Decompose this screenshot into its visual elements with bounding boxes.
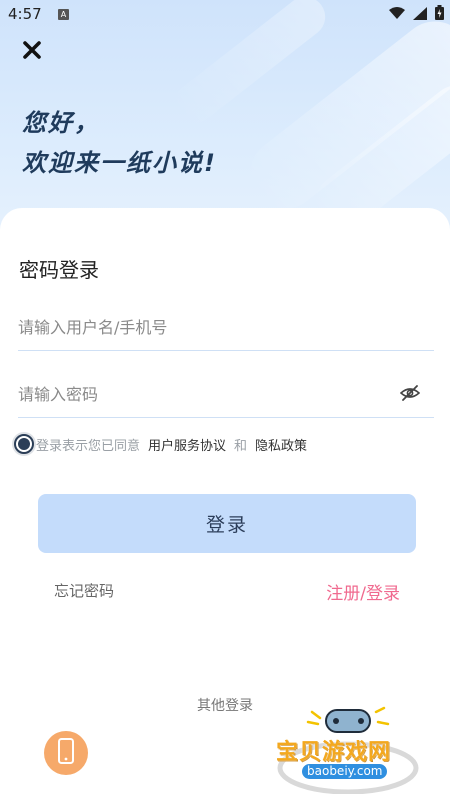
- register-link[interactable]: 注册/登录: [326, 579, 400, 604]
- status-bar: 4:57 A: [0, 0, 450, 30]
- notification-icon: A: [58, 9, 69, 20]
- agree-radio[interactable]: [14, 434, 34, 454]
- toggle-password-visibility[interactable]: [399, 385, 421, 401]
- signal-icon: [413, 5, 427, 24]
- status-icons: [389, 5, 444, 24]
- phone-icon: [58, 738, 74, 768]
- watermark-url: baobeiy.com: [302, 764, 388, 779]
- agree-and-text: 和: [234, 438, 248, 454]
- terms-link[interactable]: 用户服务协议: [148, 435, 226, 454]
- watermark-title: 宝贝游戏网: [276, 740, 392, 765]
- password-field: [18, 369, 434, 418]
- status-time: 4:57: [8, 5, 42, 23]
- battery-icon: [435, 5, 444, 24]
- close-icon: [22, 40, 42, 64]
- username-field: [18, 302, 434, 351]
- password-input[interactable]: [18, 379, 388, 409]
- privacy-link[interactable]: 隐私政策: [255, 435, 307, 454]
- eye-off-icon: [399, 385, 421, 405]
- phone-login-button[interactable]: [44, 731, 88, 775]
- agree-prefix-text: 登录表示您已同意: [36, 438, 141, 454]
- login-title: 密码登录: [19, 258, 99, 282]
- forgot-password-link[interactable]: 忘记密码: [54, 580, 114, 601]
- radio-dot: [18, 438, 30, 450]
- login-button[interactable]: 登录: [38, 494, 416, 553]
- welcome-greeting: 您好， 欢迎来一纸小说!: [22, 103, 217, 183]
- close-button[interactable]: [18, 38, 46, 66]
- greeting-line-1: 您好，: [22, 109, 100, 137]
- wifi-icon: [389, 5, 405, 24]
- agreement-row: 登录表示您已同意 用户服务协议 和 隐私政策: [14, 432, 315, 456]
- greeting-line-2: 欢迎来一纸小说!: [22, 149, 217, 177]
- username-input[interactable]: [18, 312, 388, 342]
- watermark: 宝贝游戏网 baobeiy.com: [268, 706, 428, 794]
